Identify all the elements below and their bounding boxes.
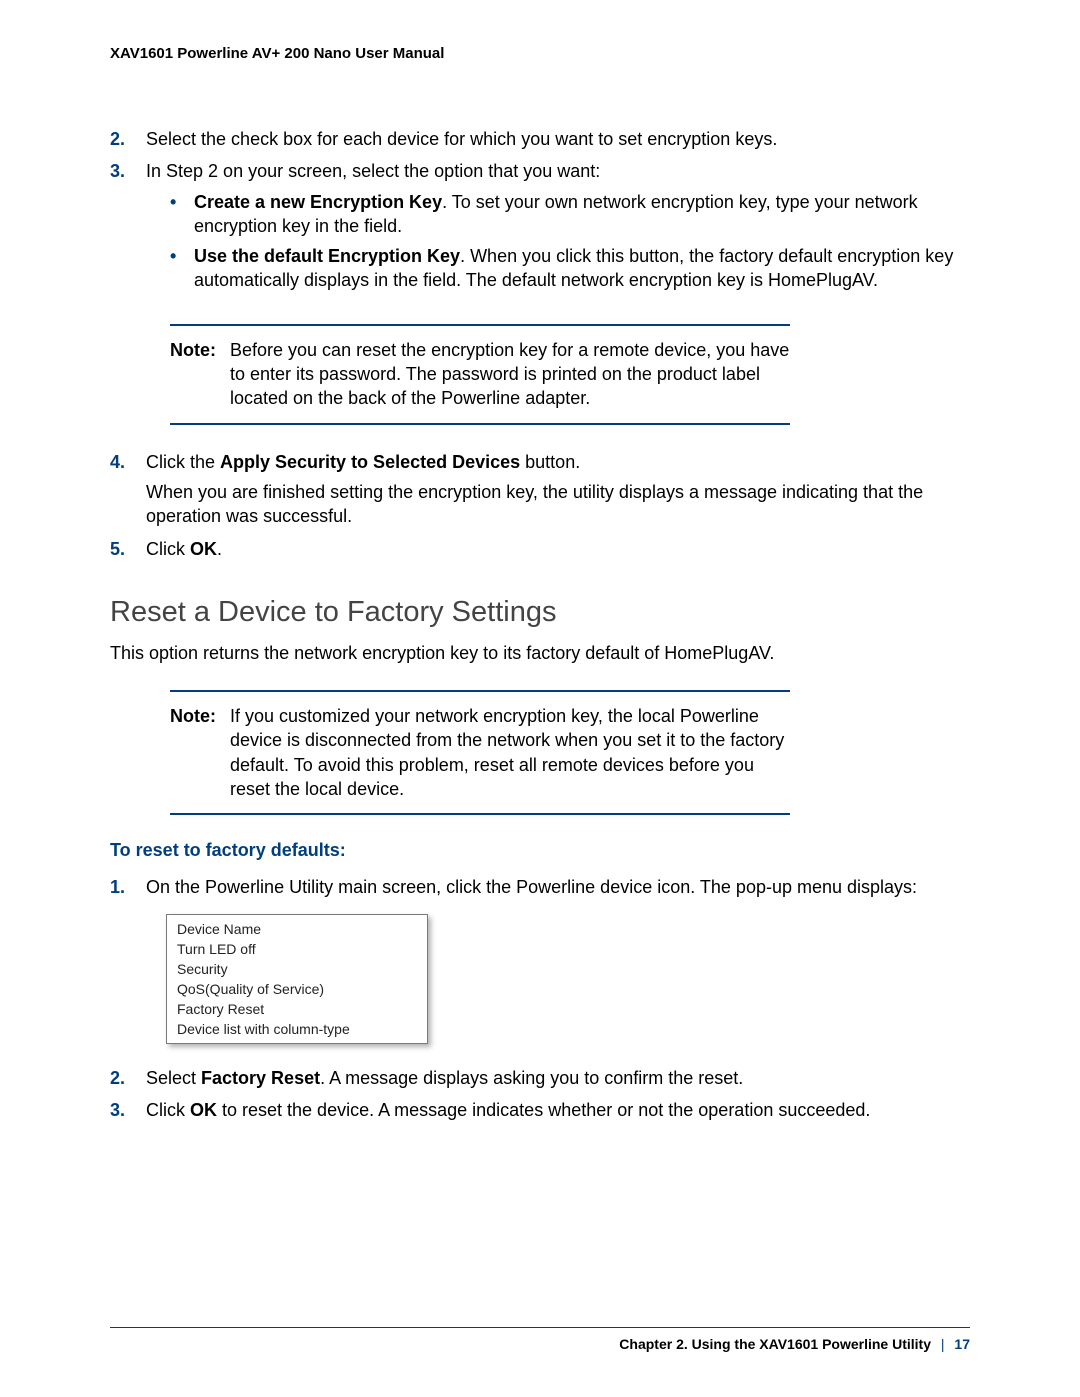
text: Click [146, 539, 190, 559]
menu-item-factory-reset[interactable]: Factory Reset [177, 999, 417, 1019]
bullet-text: Create a new Encryption Key. To set your… [194, 190, 970, 239]
page-footer: Chapter 2. Using the XAV1601 Powerline U… [110, 1327, 970, 1352]
step-text: Click OK. [146, 537, 970, 561]
note-box-1: Note: Before you can reset the encryptio… [170, 324, 790, 425]
page: XAV1601 Powerline AV+ 200 Nano User Manu… [0, 0, 1080, 1122]
step-text: Select Factory Reset. A message displays… [146, 1066, 970, 1090]
text: Select [146, 1068, 201, 1088]
bold-text: Use the default Encryption Key [194, 246, 460, 266]
divider [170, 690, 790, 692]
footer-chapter: Chapter 2. Using the XAV1601 Powerline U… [619, 1336, 931, 1352]
menu-item-security[interactable]: Security [177, 959, 417, 979]
note-label: Note: [170, 338, 230, 411]
bullet-icon: • [170, 190, 194, 239]
reset-step-3: 3. Click OK to reset the device. A messa… [110, 1098, 970, 1122]
step-number: 3. [110, 1098, 146, 1122]
step-3: 3. In Step 2 on your screen, select the … [110, 159, 970, 298]
note-text: Before you can reset the encryption key … [230, 338, 790, 411]
divider [170, 324, 790, 326]
bold-text: Apply Security to Selected Devices [220, 452, 520, 472]
sub-bullet-default-key: • Use the default Encryption Key. When y… [170, 244, 970, 293]
step-2: 2. Select the check box for each device … [110, 127, 970, 151]
step-number: 2. [110, 1066, 146, 1090]
popup-menu: Device Name Turn LED off Security QoS(Qu… [166, 914, 428, 1044]
step-text: Click OK to reset the device. A message … [146, 1098, 970, 1122]
text: When you are finished setting the encryp… [146, 482, 923, 526]
step-number: 5. [110, 537, 146, 561]
divider [170, 423, 790, 425]
section-intro: This option returns the network encrypti… [110, 641, 970, 665]
step-number: 1. [110, 875, 146, 899]
step-4: 4. Click the Apply Security to Selected … [110, 450, 970, 529]
bullet-icon: • [170, 244, 194, 293]
text: to reset the device. A message indicates… [217, 1100, 870, 1120]
menu-item-turn-led-off[interactable]: Turn LED off [177, 939, 417, 959]
bold-text: OK [190, 539, 217, 559]
document-header: XAV1601 Powerline AV+ 200 Nano User Manu… [110, 45, 970, 62]
menu-item-device-name[interactable]: Device Name [177, 919, 417, 939]
step-number: 2. [110, 127, 146, 151]
step-text: Select the check box for each device for… [146, 127, 970, 151]
divider [110, 1327, 970, 1328]
sub-bullet-create-key: • Create a new Encryption Key. To set yo… [170, 190, 970, 239]
note-label: Note: [170, 704, 230, 801]
section-heading-reset: Reset a Device to Factory Settings [110, 596, 970, 629]
footer-page-number: 17 [954, 1336, 970, 1352]
step-5: 5. Click OK. [110, 537, 970, 561]
bold-text: Create a new Encryption Key [194, 192, 442, 212]
step-text: In Step 2 on your screen, select the opt… [146, 159, 970, 298]
procedure-heading: To reset to factory defaults: [110, 840, 970, 861]
note-box-2: Note: If you customized your network enc… [170, 690, 790, 815]
text: . [217, 539, 222, 559]
step-text: On the Powerline Utility main screen, cl… [146, 875, 970, 899]
step-number: 4. [110, 450, 146, 529]
reset-step-1: 1. On the Powerline Utility main screen,… [110, 875, 970, 899]
step-text: Click the Apply Security to Selected Dev… [146, 450, 970, 529]
bold-text: Factory Reset [201, 1068, 320, 1088]
reset-step-2: 2. Select Factory Reset. A message displ… [110, 1066, 970, 1090]
text: Click the [146, 452, 220, 472]
menu-item-device-list[interactable]: Device list with column-type [177, 1019, 417, 1039]
text: Click [146, 1100, 190, 1120]
bold-text: OK [190, 1100, 217, 1120]
bullet-text: Use the default Encryption Key. When you… [194, 244, 970, 293]
step-number: 3. [110, 159, 146, 298]
text: . A message displays asking you to confi… [320, 1068, 743, 1088]
menu-item-qos[interactable]: QoS(Quality of Service) [177, 979, 417, 999]
text: In Step 2 on your screen, select the opt… [146, 161, 600, 181]
footer-separator: | [941, 1336, 945, 1352]
note-text: If you customized your network encryptio… [230, 704, 790, 801]
text: button. [520, 452, 580, 472]
divider [170, 813, 790, 815]
